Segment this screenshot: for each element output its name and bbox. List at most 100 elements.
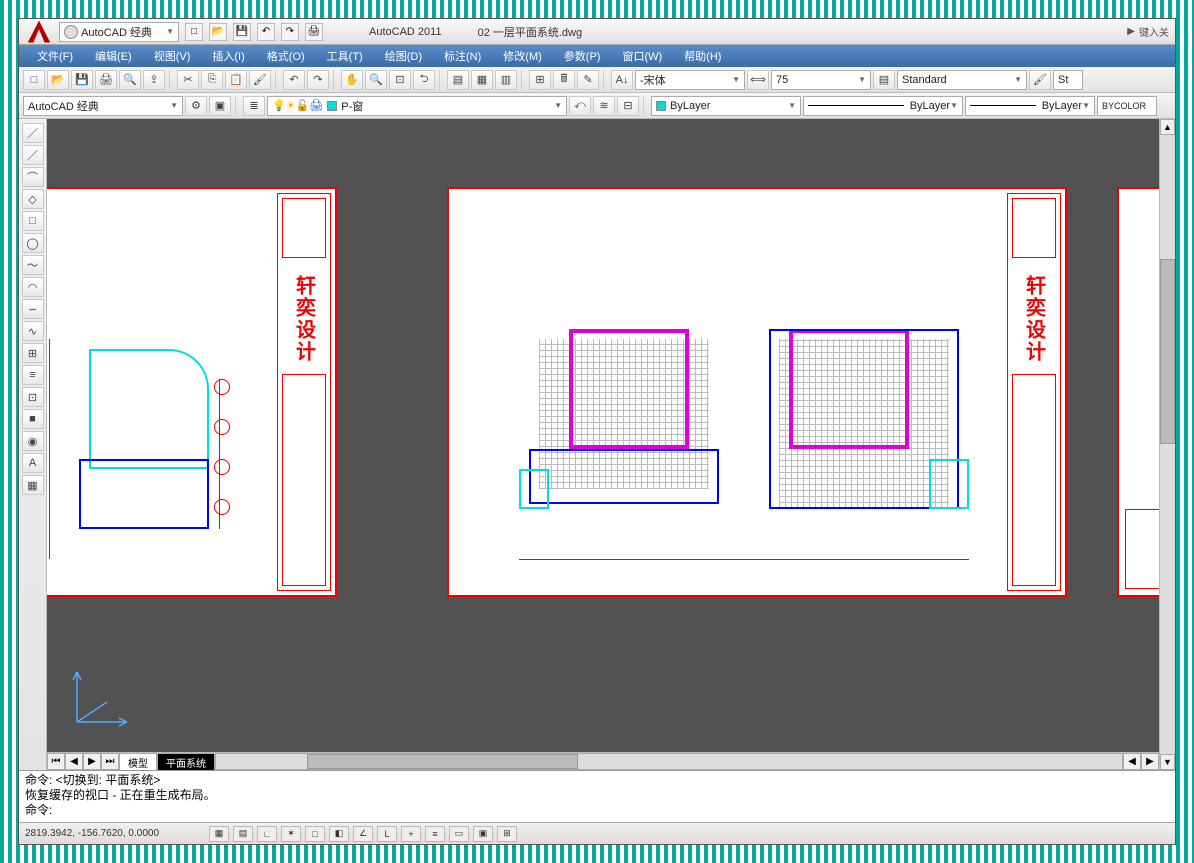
tb-dc-icon[interactable]: ⊞ [529,70,551,90]
menu-edit[interactable]: 编辑(E) [85,46,142,66]
tb-brush-icon[interactable]: 🖌 [1029,70,1051,90]
font-combo[interactable]: -宋体▼ [635,70,745,90]
hscroll-thumb[interactable] [307,754,579,769]
sb-osnap-icon[interactable]: □ [305,826,325,842]
draw-tool-1[interactable]: ／ [22,145,44,165]
tb-cut-icon[interactable]: ✂ [177,70,199,90]
tab-layout-active[interactable]: 平面系统 [157,753,215,770]
tb-new-icon[interactable]: □ [23,70,45,90]
tb-undo-icon[interactable]: ↶ [283,70,305,90]
tb-calc-icon[interactable]: 🖩 [553,70,575,90]
vscroll-up-icon[interactable]: ▲ [1160,119,1175,135]
layer-iso-icon[interactable]: ⊟ [617,96,639,116]
draw-tool-11[interactable]: ≡ [22,365,44,385]
sb-ducs-icon[interactable]: L [377,826,397,842]
tb-copy-icon[interactable]: ⎘ [201,70,223,90]
draw-tool-3[interactable]: ◇ [22,189,44,209]
menu-tools[interactable]: 工具(T) [317,46,373,66]
draw-tool-5[interactable]: ◯ [22,233,44,253]
menu-dim[interactable]: 标注(N) [434,46,491,66]
command-window[interactable]: 命令: <切换到: 平面系统> 恢复缓存的视口 - 正在重生成布局。 命令: [19,770,1175,822]
tab-prev-icon[interactable]: ◀ [65,753,83,770]
size-combo[interactable]: 75▼ [771,70,871,90]
vscroll-thumb[interactable] [1160,259,1175,445]
draw-tool-9[interactable]: ∿ [22,321,44,341]
qat-print-icon[interactable]: 🖨 [305,23,323,41]
draw-tool-6[interactable]: ～ [22,255,44,275]
cmd-input[interactable] [52,803,1169,818]
tb-redo-icon[interactable]: ↷ [307,70,329,90]
draw-tool-7[interactable]: ◠ [22,277,44,297]
draw-tool-8[interactable]: ∽ [22,299,44,319]
menu-insert[interactable]: 插入(I) [202,46,254,66]
search-hint[interactable]: 键入关 [1139,24,1169,39]
tb-markup-icon[interactable]: ✎ [577,70,599,90]
tb-publish-icon[interactable]: ⇪ [143,70,165,90]
tb-sheet-icon[interactable]: ▦ [471,70,493,90]
draw-tool-4[interactable]: □ [22,211,44,231]
menu-draw[interactable]: 绘图(D) [375,46,432,66]
qat-redo-icon[interactable]: ↷ [281,23,299,41]
tb-dim-icon[interactable]: ⟺ [747,70,769,90]
sb-dyn-icon[interactable]: + [401,826,421,842]
sb-snap-icon[interactable]: ▦ [209,826,229,842]
vscroll-down-icon[interactable]: ▼ [1160,754,1175,770]
draw-tool-2[interactable]: ⌒ [22,167,44,187]
menu-help[interactable]: 帮助(H) [674,46,731,66]
lineweight-combo[interactable]: ByLayer▼ [965,96,1095,116]
bycolor-box[interactable]: BYCOLOR [1097,96,1157,116]
sb-polar-icon[interactable]: ✶ [281,826,301,842]
sb-3dosnap-icon[interactable]: ◧ [329,826,349,842]
linetype-combo[interactable]: ByLayer▼ [803,96,963,116]
sb-grid-icon[interactable]: ▤ [233,826,253,842]
tb-zoomprev-icon[interactable]: ⮌ [413,70,435,90]
qat-workspace-combo[interactable]: AutoCAD 经典 ▼ [59,22,179,42]
tab-last-icon[interactable]: ⏭ [101,753,119,770]
menu-window[interactable]: 窗口(W) [612,46,672,66]
tb-props-icon[interactable]: ▤ [447,70,469,90]
menu-modify[interactable]: 修改(M) [493,46,552,66]
textstyle-combo[interactable]: Standard▼ [897,70,1027,90]
menu-file[interactable]: 文件(F) [27,46,83,66]
tab-first-icon[interactable]: ⏮ [47,753,65,770]
style2-combo[interactable]: St [1053,70,1083,90]
qat-open-icon[interactable]: 📂 [209,23,227,41]
menu-param[interactable]: 参数(P) [554,46,611,66]
ws-save-icon[interactable]: ▣ [209,96,231,116]
tb-save-icon[interactable]: 💾 [71,70,93,90]
draw-tool-14[interactable]: ◉ [22,431,44,451]
sb-otrack-icon[interactable]: ∠ [353,826,373,842]
layer-combo[interactable]: 💡 ☀ 🔓 🖨 P-窗 ▼ [267,96,567,116]
qat-save-icon[interactable]: 💾 [233,23,251,41]
sb-sc-icon[interactable]: ⊞ [497,826,517,842]
tb-style-icon[interactable]: ▤ [873,70,895,90]
sb-qp-icon[interactable]: ▣ [473,826,493,842]
qat-undo-icon[interactable]: ↶ [257,23,275,41]
qat-new-icon[interactable]: □ [185,23,203,41]
ws-gear-icon[interactable]: ⚙ [185,96,207,116]
hscroll-track[interactable] [215,753,1123,770]
tb-preview-icon[interactable]: 🔍 [119,70,141,90]
workspace-combo[interactable]: AutoCAD 经典▼ [23,96,183,116]
draw-tool-12[interactable]: ⊡ [22,387,44,407]
layer-prev-icon[interactable]: ⤺ [569,96,591,116]
tb-match-icon[interactable]: 🖌 [249,70,271,90]
sb-tpy-icon[interactable]: ▭ [449,826,469,842]
draw-tool-0[interactable]: ／ [22,123,44,143]
draw-tool-16[interactable]: ▦ [22,475,44,495]
sb-lwt-icon[interactable]: ≡ [425,826,445,842]
draw-tool-13[interactable]: ■ [22,409,44,429]
draw-tool-10[interactable]: ⊞ [22,343,44,363]
tb-pan-icon[interactable]: ✋ [341,70,363,90]
menu-view[interactable]: 视图(V) [144,46,201,66]
tb-zoomwin-icon[interactable]: ⊡ [389,70,411,90]
vscroll-track[interactable] [1160,135,1175,754]
layer-state-icon[interactable]: ≋ [593,96,615,116]
tb-zoom-icon[interactable]: 🔍 [365,70,387,90]
tb-print-icon[interactable]: 🖨 [95,70,117,90]
tb-open-icon[interactable]: 📂 [47,70,69,90]
tb-tool-icon[interactable]: ▥ [495,70,517,90]
menu-format[interactable]: 格式(O) [257,46,315,66]
tab-next-icon[interactable]: ▶ [83,753,101,770]
tab-model[interactable]: 模型 [119,753,157,770]
